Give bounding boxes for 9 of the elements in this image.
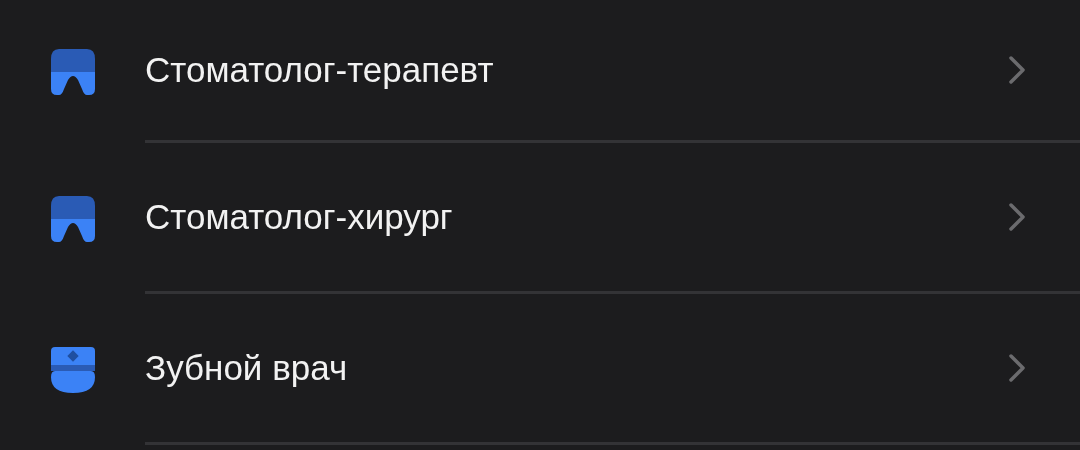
chevron-right-icon — [1008, 202, 1026, 232]
tooth-icon — [51, 195, 95, 242]
specialty-label[interactable]: Зубной врач — [145, 348, 348, 388]
tooth-icon — [51, 48, 95, 95]
specialty-label[interactable]: Стоматолог-хирург — [145, 197, 453, 237]
doctor-icon — [51, 346, 95, 393]
chevron-right-icon — [1008, 353, 1026, 383]
chevron-right-icon — [1008, 55, 1026, 85]
specialty-label[interactable]: Стоматолог-терапевт — [145, 50, 494, 90]
